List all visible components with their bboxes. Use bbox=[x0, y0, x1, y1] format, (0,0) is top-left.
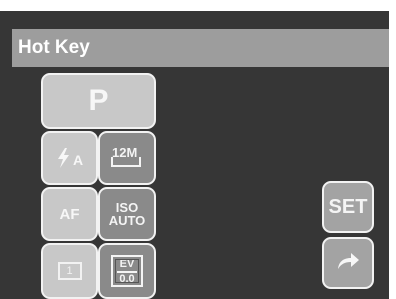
title-bar: Hot Key bbox=[12, 29, 389, 67]
flash-auto-icon: A bbox=[56, 148, 83, 168]
focus-af-button[interactable]: AF bbox=[41, 187, 98, 241]
iso-value: AUTO bbox=[108, 213, 146, 228]
image-size-icon: 12M bbox=[108, 144, 146, 172]
exposure-icon: EV 0.0 bbox=[111, 255, 143, 287]
drive-label: 1 bbox=[66, 265, 73, 277]
mode-p-button[interactable]: P bbox=[41, 73, 156, 129]
iso-button[interactable]: ISO AUTO bbox=[98, 187, 156, 241]
ev-value: 0.0 bbox=[117, 270, 137, 285]
ev-label: EV bbox=[119, 257, 135, 270]
set-label: SET bbox=[328, 195, 368, 218]
right-border bbox=[389, 0, 396, 299]
iso-icon: ISO AUTO bbox=[109, 201, 146, 227]
flash-auto-label: A bbox=[72, 152, 84, 168]
single-shot-icon: 1 bbox=[57, 262, 82, 280]
ev-button[interactable]: EV 0.0 bbox=[98, 243, 156, 299]
set-button[interactable]: SET bbox=[322, 181, 374, 233]
focus-label: AF bbox=[59, 205, 80, 223]
return-arrow-icon bbox=[335, 250, 361, 277]
resolution-button[interactable]: 12M bbox=[98, 131, 156, 185]
mode-label: P bbox=[88, 84, 109, 117]
page-title: Hot Key bbox=[18, 37, 90, 58]
camera-screen: Hot Key P A 12M AF ISO AUTO 1 EV 0.0 SET bbox=[0, 0, 396, 299]
top-border bbox=[0, 0, 396, 11]
image-frame bbox=[111, 157, 141, 167]
return-button[interactable] bbox=[322, 237, 374, 289]
drive-mode-button[interactable]: 1 bbox=[41, 243, 98, 299]
flash-button[interactable]: A bbox=[41, 131, 98, 185]
